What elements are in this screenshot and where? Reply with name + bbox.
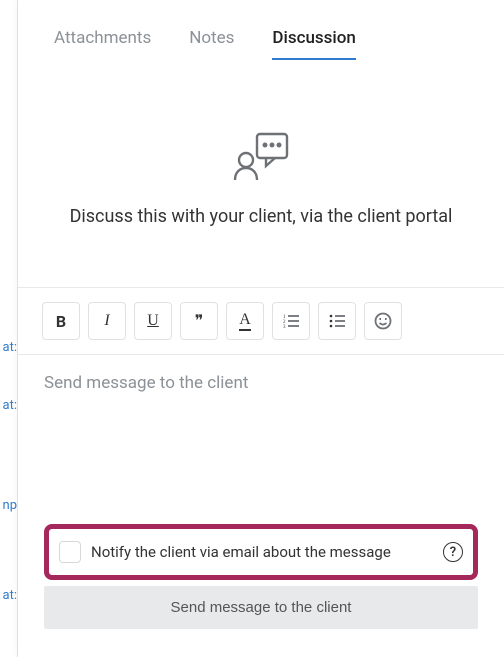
bold-button[interactable]: B [42, 302, 80, 340]
text-color-button[interactable]: A [226, 302, 264, 340]
footer: Notify the client via email about the me… [18, 524, 504, 657]
italic-button[interactable]: I [88, 302, 126, 340]
tab-discussion[interactable]: Discussion [272, 28, 355, 60]
unordered-list-button[interactable] [318, 302, 356, 340]
ordered-list-icon: 1 2 3 [283, 314, 299, 328]
tab-notes[interactable]: Notes [189, 28, 234, 60]
emoji-icon [374, 312, 392, 330]
tab-attachments[interactable]: Attachments [54, 28, 151, 60]
send-button[interactable]: Send message to the client [44, 586, 478, 629]
discussion-icon [231, 130, 291, 182]
unordered-list-icon [329, 314, 345, 328]
notify-label: Notify the client via email about the me… [91, 543, 433, 561]
notify-highlight: Notify the client via email about the me… [44, 524, 478, 580]
quote-button[interactable]: ❞ [180, 302, 218, 340]
notify-checkbox[interactable] [59, 541, 81, 563]
emoji-button[interactable] [364, 302, 402, 340]
empty-state-text: Discuss this with your client, via the c… [38, 206, 484, 227]
tab-bar: Attachments Notes Discussion [18, 0, 504, 60]
editor-toolbar: B I U ❞ A 1 2 3 [18, 288, 504, 354]
empty-state: Discuss this with your client, via the c… [18, 60, 504, 267]
background-left-strip: at: at: np at: [0, 0, 18, 657]
underline-button[interactable]: U [134, 302, 172, 340]
svg-text:3: 3 [283, 325, 286, 328]
ordered-list-button[interactable]: 1 2 3 [272, 302, 310, 340]
help-icon[interactable]: ? [443, 542, 463, 562]
message-input[interactable]: Send message to the client [18, 355, 504, 524]
discussion-panel: Attachments Notes Discussion Discuss thi… [18, 0, 504, 657]
